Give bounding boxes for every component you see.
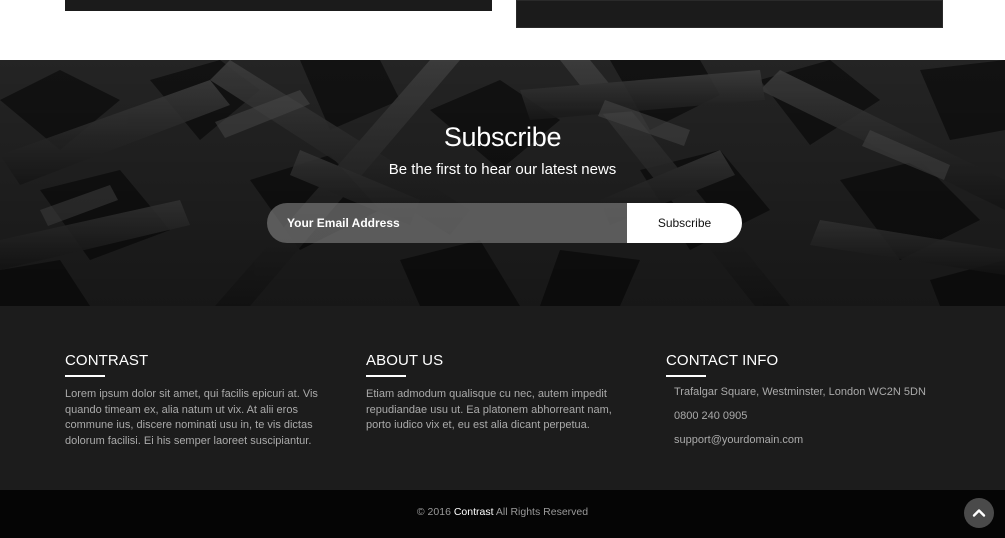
contact-phone[interactable]: 0800 240 0905 bbox=[674, 410, 966, 422]
chevron-up-icon bbox=[972, 509, 986, 517]
subscribe-button[interactable]: Subscribe bbox=[627, 203, 742, 243]
content-card-right bbox=[516, 0, 943, 28]
subscribe-section: Subscribe Be the first to hear our lates… bbox=[0, 60, 1005, 306]
copyright-suffix: All Rights Reserved bbox=[495, 506, 589, 518]
footer-heading-contact: CONTACT INFO bbox=[666, 352, 779, 369]
subscribe-form: Subscribe bbox=[267, 203, 742, 243]
copyright-brand[interactable]: Contrast bbox=[454, 506, 494, 518]
footer-column-contrast: CONTRAST Lorem ipsum dolor sit amet, qui… bbox=[65, 352, 335, 449]
back-to-top-button[interactable] bbox=[964, 498, 994, 528]
heading-underline bbox=[65, 375, 105, 377]
copyright: © 2016 Contrast All Rights Reserved bbox=[0, 506, 1005, 518]
footer-column-about: ABOUT US Etiam admodum qualisque cu nec,… bbox=[366, 352, 636, 434]
subscribe-subtitle: Be the first to hear our latest news bbox=[388, 161, 617, 178]
contact-address: Trafalgar Square, Westminster, London WC… bbox=[674, 386, 926, 398]
content-section-bottom bbox=[0, 0, 1005, 60]
copyright-prefix: © 2016 bbox=[416, 506, 451, 518]
bottom-bar: © 2016 Contrast All Rights Reserved bbox=[0, 490, 1005, 538]
contact-email[interactable]: support@yourdomain.com bbox=[674, 434, 966, 446]
page: Subscribe Be the first to hear our lates… bbox=[0, 0, 1005, 538]
heading-underline bbox=[666, 375, 706, 377]
footer-text-contrast: Lorem ipsum dolor sit amet, qui facilis … bbox=[65, 388, 318, 447]
contact-list: Trafalgar Square, Westminster, London WC… bbox=[666, 386, 966, 446]
email-input[interactable] bbox=[267, 203, 627, 243]
footer-column-contact: CONTACT INFO Trafalgar Square, Westminst… bbox=[666, 352, 966, 458]
content-card-left bbox=[65, 0, 492, 11]
footer-heading-contrast: CONTRAST bbox=[65, 352, 149, 369]
footer-text-about: Etiam admodum qualisque cu nec, autem im… bbox=[366, 388, 612, 431]
heading-underline bbox=[366, 375, 406, 377]
footer-heading-about: ABOUT US bbox=[366, 352, 444, 369]
subscribe-background-image bbox=[0, 60, 1005, 306]
footer: CONTRAST Lorem ipsum dolor sit amet, qui… bbox=[0, 306, 1005, 490]
subscribe-title: Subscribe bbox=[443, 122, 562, 152]
